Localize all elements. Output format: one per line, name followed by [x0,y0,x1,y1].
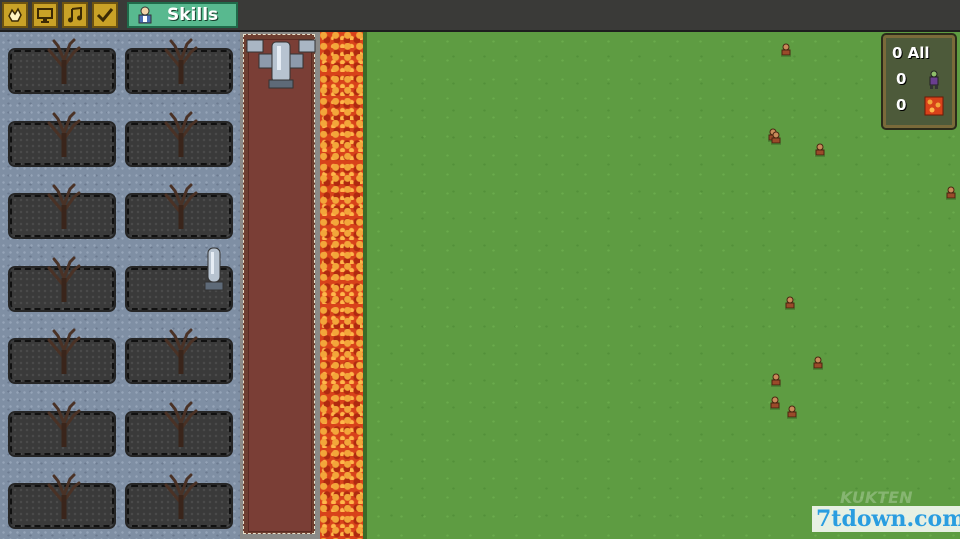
hand-icon [8,7,22,22]
top-toolbar: Skills [0,0,960,32]
watermark-faint: KUKTEN [840,488,913,507]
road-lane [240,32,320,539]
grave-plot[interactable] [125,473,233,529]
grave-plot[interactable] [8,328,116,384]
grave-plot[interactable] [8,473,116,529]
grave-plot[interactable] [125,183,233,239]
grave-plot[interactable] [125,38,233,94]
grave-plot[interactable] [125,328,233,384]
road [243,34,315,534]
stats-panel: 0 All 0 0 [881,33,957,130]
monitor-button[interactable] [32,2,58,28]
stat-lava: 0 [896,96,906,114]
music-button[interactable] [62,2,88,28]
check-button[interactable] [92,2,118,28]
build-button[interactable] [2,2,28,28]
stat-all: 0 All [892,44,930,62]
villager-icon[interactable] [768,395,782,410]
villager-icon[interactable] [783,295,797,310]
checkmark-icon [96,8,114,23]
skills-label: Skills [167,5,219,25]
stat-zombies-value: 0 [896,70,907,88]
villager-icon[interactable] [811,355,825,370]
scientist-icon [138,6,152,24]
grave-plot[interactable] [125,401,233,457]
villager-icon[interactable] [779,42,793,57]
villager-icon[interactable] [785,404,799,419]
music-note-icon [68,6,82,23]
cross-tombstone-icon[interactable] [245,38,317,90]
grave-plot[interactable] [8,256,116,312]
grave-plot[interactable] [125,247,233,312]
villager-icon[interactable] [813,142,827,157]
road-inner [248,39,312,532]
grave-plot[interactable] [8,183,116,239]
grass-field [367,32,960,539]
grave-plot[interactable] [8,38,116,94]
villager-icon[interactable] [769,130,783,145]
grave-plot[interactable] [8,111,116,167]
watermark: 7tdown.com [812,506,960,532]
lava-strip [320,32,366,539]
lava-icon [924,96,944,116]
grave-plot[interactable] [125,111,233,167]
stat-all-label: All [907,44,930,62]
stat-all-value: 0 [892,44,903,62]
skills-tab[interactable]: Skills [127,2,238,28]
villager-icon[interactable] [769,372,783,387]
zombie-icon [929,70,939,89]
stat-lava-value: 0 [896,96,907,114]
monitor-icon [37,8,53,23]
stat-zombies: 0 [896,70,906,88]
graveyard-panel [0,32,240,539]
grave-plot[interactable] [8,401,116,457]
villager-icon[interactable] [944,185,958,200]
